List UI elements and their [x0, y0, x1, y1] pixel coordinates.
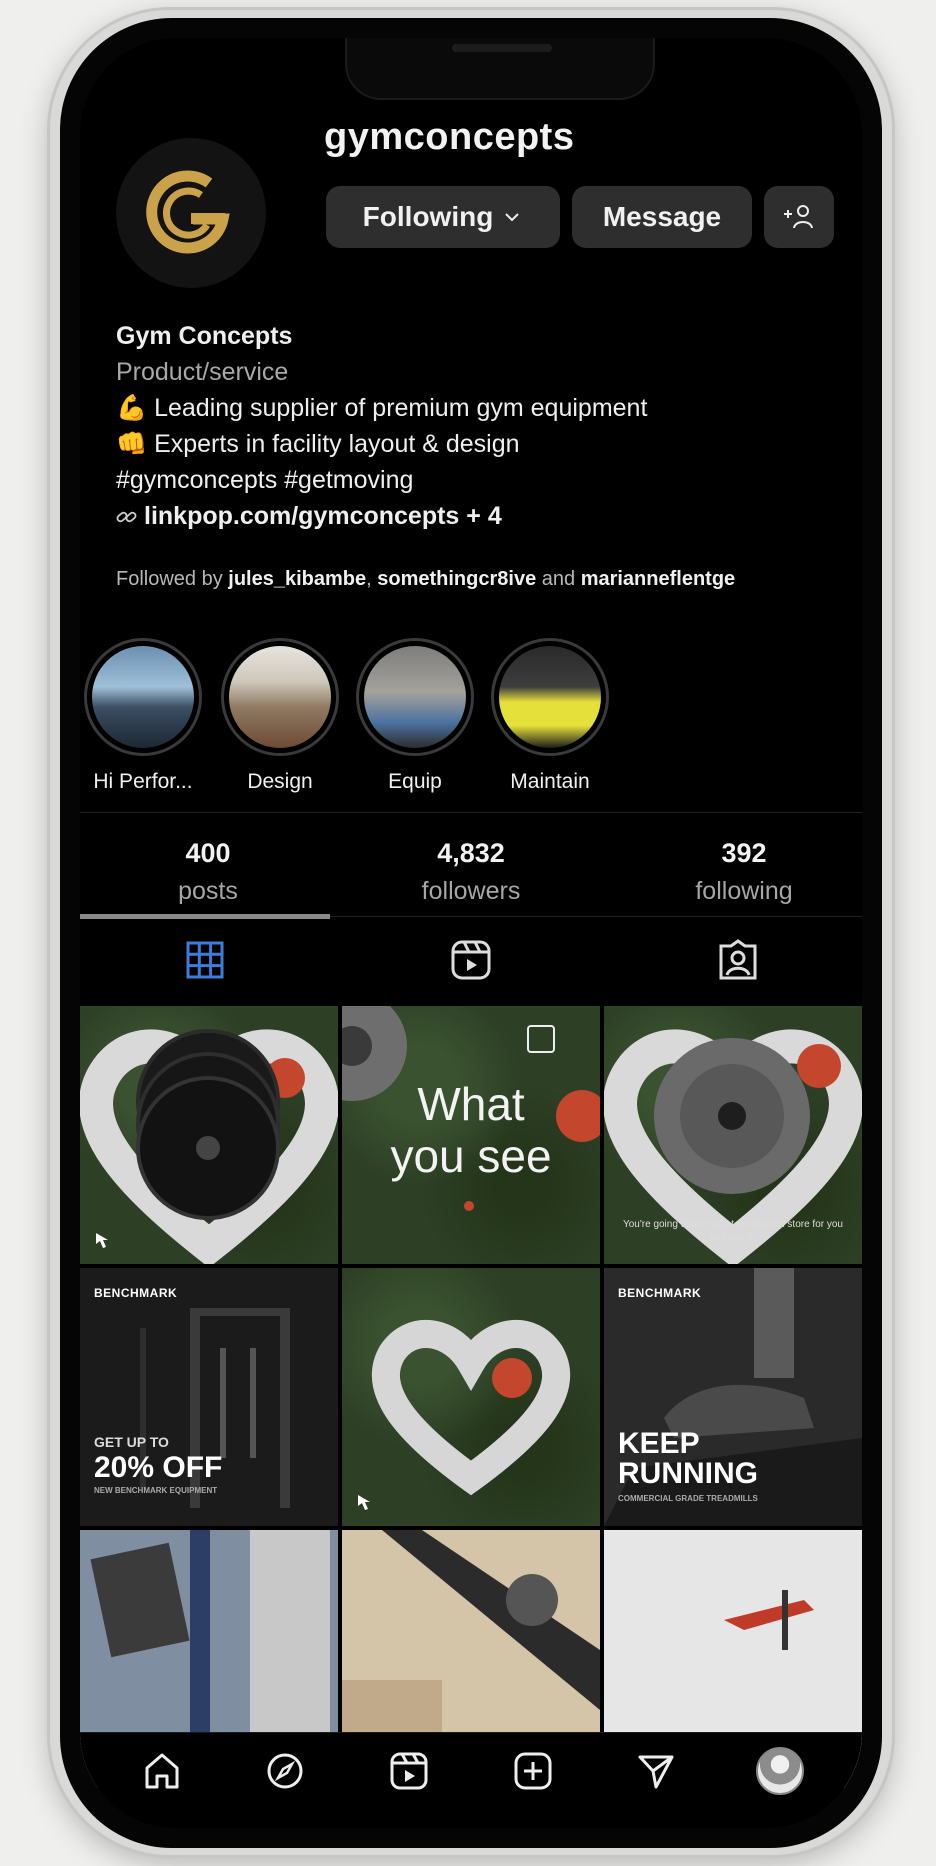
bottom-nav: [80, 1732, 862, 1828]
post-headline: What: [417, 1078, 525, 1130]
profile-avatar-icon: [756, 1746, 805, 1795]
nav-reels[interactable]: [381, 1743, 437, 1799]
post-caption: You're going to love what we have in sto…: [622, 1219, 843, 1244]
post-thumbnail[interactable]: [342, 1268, 600, 1526]
link-icon: [116, 511, 137, 523]
highlight-label: Design: [247, 770, 313, 793]
reel-indicator-icon: [96, 1233, 108, 1248]
stat-label: followers: [421, 877, 521, 905]
highlight-image: [364, 646, 466, 748]
reels-icon: [390, 1752, 428, 1789]
highlight-label: Maintain: [510, 770, 590, 793]
post-headline: you see: [390, 1130, 552, 1182]
highlight-ring: [491, 638, 609, 756]
highlight-image: [92, 646, 194, 748]
post-promo-headline: RUNNING: [618, 1457, 758, 1490]
post-promo-fine: NEW BENCHMARK EQUIPMENT: [94, 1486, 218, 1495]
bio-line: 👊 Experts in facility layout & design: [116, 430, 520, 458]
nav-explore[interactable]: [257, 1743, 313, 1799]
stat-value: 400: [185, 838, 231, 868]
post-thumbnail[interactable]: You're going to love what we have in sto…: [604, 1006, 862, 1264]
add-person-icon: [784, 205, 813, 229]
send-icon: [638, 1755, 674, 1788]
story-highlight[interactable]: Hi Perfor...: [80, 638, 208, 794]
tab-grid[interactable]: [175, 930, 235, 990]
post-thumbnail[interactable]: BENCHMARK GET UP TO 20% OFF NEW BENCHMAR…: [80, 1268, 338, 1526]
app-screen: gymconcepts Following Message Gym Concep…: [80, 38, 862, 1828]
tab-reels[interactable]: [441, 930, 501, 990]
plus-square-icon: [514, 1752, 552, 1789]
nav-home[interactable]: [134, 1743, 190, 1799]
profile-bio: Gym Concepts Product/service 💪 Leading s…: [116, 318, 836, 534]
follower-conjunction: and: [536, 568, 581, 590]
story-highlight[interactable]: Design: [215, 638, 345, 794]
section-divider: [80, 812, 862, 813]
post-promo-fine: COMMERCIAL GRADE TREADMILLS: [618, 1494, 758, 1503]
bio-line: 💪 Leading supplier of premium gym equipm…: [116, 394, 648, 422]
post-image: [371, 1320, 571, 1496]
profile-avatar[interactable]: [116, 138, 266, 288]
highlight-ring: [221, 638, 339, 756]
following-count[interactable]: 392 following: [644, 838, 844, 906]
bio-link-row[interactable]: linkpop.com/gymconcepts + 4: [116, 498, 836, 534]
speaker-grille: [452, 44, 552, 52]
account-category: Product/service: [116, 358, 289, 386]
nav-direct[interactable]: [628, 1743, 684, 1799]
nav-profile[interactable]: [752, 1743, 808, 1799]
chevron-down-icon: [505, 213, 520, 222]
followed-by-prefix: Followed by: [116, 568, 223, 590]
post-image: [80, 1029, 338, 1264]
active-tab-indicator: [80, 914, 330, 919]
highlight-ring: [356, 638, 474, 756]
message-label: Message: [602, 201, 722, 232]
post-thumbnail[interactable]: BENCHMARK KEEP RUNNING COMMERCIAL GRADE …: [604, 1268, 862, 1526]
following-label: Following: [362, 201, 494, 232]
compass-icon: [267, 1753, 303, 1788]
posts-grid: What you see You're going to love what w…: [80, 1006, 862, 1788]
home-icon: [145, 1753, 179, 1788]
highlight-ring: [84, 638, 202, 756]
bio-link[interactable]: linkpop.com/gymconcepts + 4: [144, 502, 502, 530]
username: gymconcepts: [324, 116, 575, 158]
stat-label: following: [695, 877, 793, 905]
follower-name[interactable]: marianneflentge: [581, 568, 735, 590]
followers-count[interactable]: 4,832 followers: [371, 838, 571, 906]
posts-count[interactable]: 400 posts: [108, 838, 308, 906]
post-promo-headline: 20% OFF: [94, 1451, 223, 1484]
following-button[interactable]: Following: [326, 186, 560, 248]
follower-name[interactable]: somethingcr8ive: [377, 568, 536, 590]
nav-create[interactable]: [505, 1743, 561, 1799]
story-highlight[interactable]: Equip: [350, 638, 480, 794]
post-promo-text: GET UP TO: [94, 1434, 169, 1450]
message-button[interactable]: Message: [572, 186, 752, 248]
stat-value: 392: [721, 838, 767, 868]
tagged-person-icon: [719, 939, 757, 980]
post-thumbnail[interactable]: What you see: [342, 1006, 600, 1264]
highlight-label: Hi Perfor...: [93, 770, 193, 793]
highlight-label: Equip: [388, 770, 442, 793]
reels-icon: [451, 940, 491, 980]
post-thumbnail[interactable]: [80, 1006, 338, 1264]
highlight-image: [229, 646, 331, 748]
followed-by[interactable]: Followed by jules_kibambe, somethingcr8i…: [116, 568, 846, 591]
reel-indicator-icon: [358, 1495, 370, 1510]
follower-name[interactable]: jules_kibambe: [228, 568, 366, 590]
story-highlight[interactable]: Maintain: [485, 638, 615, 794]
add-user-button[interactable]: [764, 186, 834, 248]
grid-icon: [186, 941, 224, 979]
phone-notch: [345, 38, 655, 100]
stat-value: 4,832: [437, 838, 505, 868]
follower-separator: ,: [366, 568, 378, 590]
gc-logo-icon: [146, 170, 230, 254]
highlight-image: [499, 646, 601, 748]
post-promo-headline: KEEP: [618, 1427, 700, 1460]
post-brand: BENCHMARK: [94, 1286, 178, 1300]
display-name: Gym Concepts: [116, 322, 293, 350]
tab-tagged[interactable]: [708, 930, 768, 990]
bio-hashtags: #gymconcepts #getmoving: [116, 466, 414, 494]
post-brand: BENCHMARK: [618, 1286, 702, 1300]
stat-label: posts: [178, 877, 238, 905]
